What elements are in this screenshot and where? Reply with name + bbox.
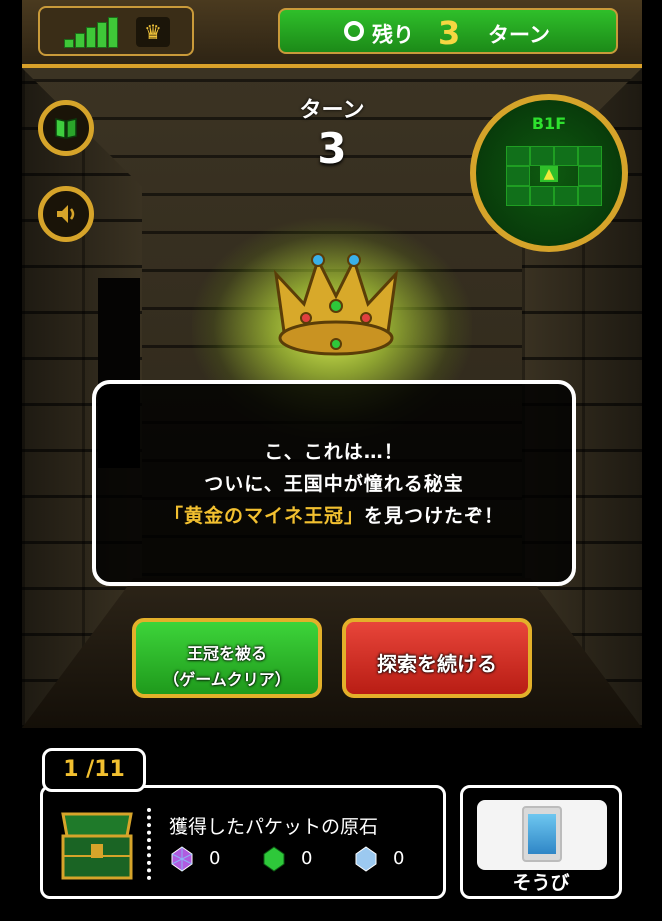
golden-crown-icon — [273, 253, 399, 356]
wear-crown-button[interactable]: 王冠を被る （ゲームクリア） — [132, 618, 322, 698]
signal-bar — [75, 33, 85, 48]
speaker-icon — [57, 205, 75, 223]
tablet-icon — [522, 806, 562, 862]
dialog-line-1: こ、これは…！ — [264, 441, 404, 463]
purple-gem-count: 0 — [209, 848, 221, 869]
divider — [147, 808, 155, 880]
equipment-button[interactable]: そうび — [460, 785, 622, 899]
map-room — [506, 146, 530, 166]
signal-bar — [64, 39, 74, 48]
packet-stones-panel: 獲得したパケットの原石 0 0 0 — [40, 785, 446, 899]
green-gem-count: 0 — [301, 848, 313, 869]
map-room — [530, 146, 554, 166]
signal-bar — [86, 27, 96, 48]
game-clear-label: （ゲームクリア） — [163, 670, 291, 689]
remaining-turns-count: 3 — [438, 14, 461, 52]
dialog-line-3-rest: を見つけたぞ！ — [364, 505, 505, 527]
blue-gem-count: 0 — [393, 848, 405, 869]
map-room — [554, 186, 578, 206]
map-room — [506, 166, 530, 186]
wear-crown-label: 王冠を被る — [186, 644, 267, 663]
treasure-chest-icon — [61, 812, 133, 880]
turn-title: ターン — [299, 98, 365, 123]
game-screen: ♛ 残り 3 ターン ターン 3 B1F ▲ こ、これは…！ ついに、王国中が憧… — [22, 0, 642, 921]
floor-label: B1F — [531, 114, 567, 133]
remaining-label: 残り — [372, 23, 414, 47]
signal-icon — [64, 17, 120, 48]
turn-number: 3 — [317, 124, 347, 173]
top-bar: ♛ 残り 3 ターン — [22, 0, 642, 68]
purple-gem-icon — [171, 846, 193, 872]
book-button[interactable] — [38, 100, 94, 156]
equipment-label: そうび — [512, 872, 570, 894]
treasure-name: 「黄金のマイネ王冠」 — [163, 505, 364, 527]
continue-explore-button[interactable]: 探索を続ける — [342, 618, 532, 698]
chest-count-badge: 1 /11 — [42, 748, 146, 792]
tablet-screen — [528, 814, 556, 854]
turn-ring-icon — [344, 21, 364, 41]
map-room — [506, 186, 530, 206]
map-room — [530, 186, 554, 206]
minimap[interactable]: B1F ▲ — [470, 94, 628, 252]
equipment-preview — [477, 800, 607, 870]
continue-explore-label: 探索を続ける — [377, 652, 497, 676]
signal-bar — [108, 17, 118, 48]
signal-bar — [97, 22, 107, 48]
remaining-turns-banner: 残り 3 ターン — [278, 8, 618, 54]
message-dialog: こ、これは…！ ついに、王国中が憧れる秘宝 「黄金のマイネ王冠」を見つけたぞ！ — [92, 380, 576, 586]
book-icon — [55, 118, 77, 139]
map-room — [554, 146, 578, 166]
status-box: ♛ — [38, 6, 194, 56]
dialog-line-3: 「黄金のマイネ王冠」を見つけたぞ！ — [96, 500, 572, 532]
green-gem-icon — [263, 846, 285, 872]
map-room — [578, 186, 602, 206]
sound-button[interactable] — [38, 186, 94, 242]
map-room — [578, 146, 602, 166]
dialog-line-2: ついに、王国中が憧れる秘宝 — [204, 473, 464, 495]
blue-gem-icon — [355, 846, 377, 872]
player-position-icon: ▲ — [540, 166, 558, 182]
crown-icon: ♛ — [136, 17, 170, 47]
turns-suffix: ターン — [488, 23, 550, 47]
map-room — [578, 166, 602, 186]
packet-title: 獲得したパケットの原石 — [169, 816, 379, 838]
